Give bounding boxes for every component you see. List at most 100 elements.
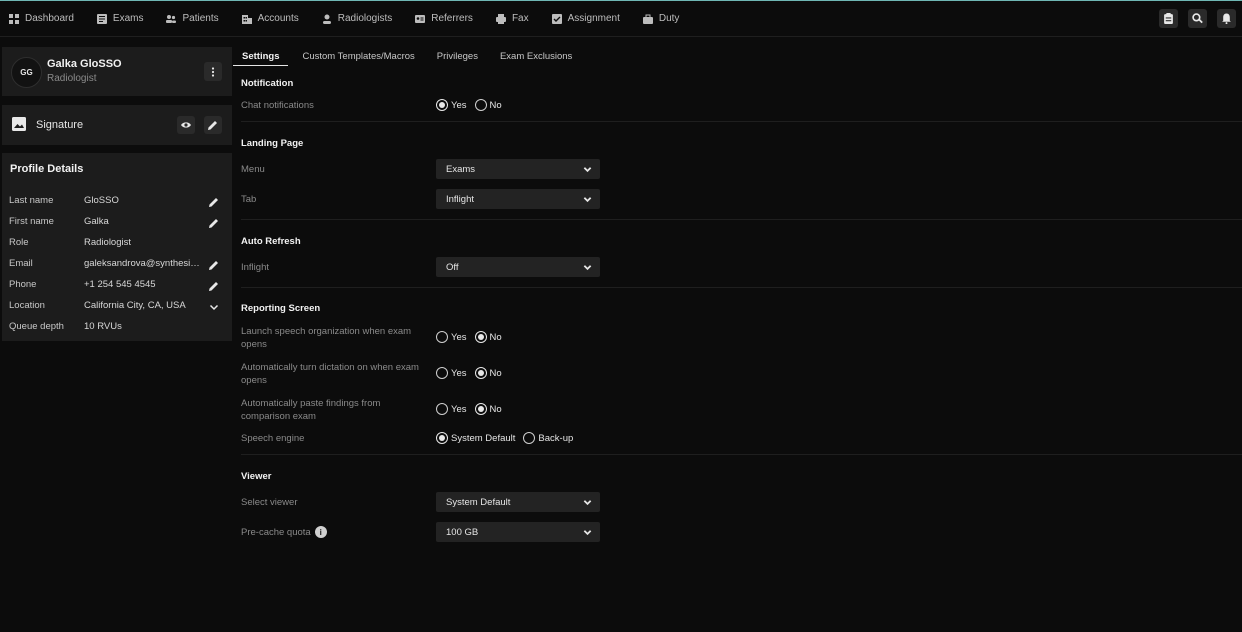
- nav-fax[interactable]: Fax: [495, 13, 529, 24]
- radio-label: Back-up: [538, 432, 574, 444]
- auto-paste-no-radio[interactable]: No: [474, 403, 502, 415]
- duty-icon: [642, 14, 653, 24]
- menu-select[interactable]: Exams: [436, 159, 600, 179]
- nav-assignment[interactable]: Assignment: [551, 13, 620, 24]
- nav-label: Duty: [658, 13, 680, 24]
- radio-indicator: [436, 432, 448, 444]
- fax-icon: [495, 13, 506, 24]
- detail-row-queue-depth: Queue depth 10 RVUs: [2, 321, 232, 335]
- radio-label: Yes: [451, 403, 467, 415]
- edit-signature-button[interactable]: [204, 116, 222, 134]
- radio-indicator: [474, 403, 487, 415]
- chat-notifications-no-radio[interactable]: No: [474, 99, 502, 111]
- chat-notifications-yes-radio[interactable]: Yes: [436, 99, 467, 111]
- detail-row-email: Email galeksandrova@synthesis.com: [2, 258, 232, 272]
- radio-label: No: [489, 403, 502, 415]
- auto-dictation-yes-radio[interactable]: Yes: [436, 367, 467, 379]
- launch-speech-radio-group: Yes No: [436, 331, 510, 343]
- edit-last-name-button[interactable]: [209, 197, 219, 207]
- detail-value: California City, CA, USA: [84, 300, 186, 311]
- nav-duty[interactable]: Duty: [642, 13, 680, 24]
- nav-accounts[interactable]: Accounts: [241, 13, 299, 24]
- tab-settings[interactable]: Settings: [233, 47, 289, 66]
- tab-custom-templates[interactable]: Custom Templates/Macros: [302, 47, 414, 67]
- profile-details-title: Profile Details: [10, 163, 84, 175]
- edit-first-name-button[interactable]: [209, 218, 219, 228]
- detail-label: Last name: [9, 195, 54, 206]
- menu-label: Menu: [241, 164, 265, 175]
- radiologists-icon: [322, 14, 331, 24]
- auto-paste-findings-label: Automatically paste findings from compar…: [241, 398, 381, 422]
- radio-label: No: [489, 99, 502, 111]
- nav-patients[interactable]: Patients: [166, 13, 219, 24]
- radio-indicator: [474, 99, 487, 111]
- edit-phone-button[interactable]: [209, 281, 219, 291]
- detail-row-location: Location California City, CA, USA: [2, 300, 232, 314]
- more-options-button[interactable]: [204, 62, 222, 81]
- auto-refresh-section-title: Auto Refresh: [241, 236, 301, 247]
- section-divider: [241, 287, 1242, 288]
- viewer-select[interactable]: System Default: [436, 492, 600, 512]
- accounts-icon: [241, 14, 252, 24]
- tab-exam-exclusions[interactable]: Exam Exclusions: [500, 47, 572, 67]
- pencil-icon: [209, 282, 218, 291]
- speech-engine-radio-group: System Default Back-up: [436, 432, 581, 444]
- nav-label: Referrers: [431, 13, 473, 24]
- detail-label: Phone: [9, 279, 37, 290]
- landing-page-section-title: Landing Page: [241, 138, 304, 149]
- clipboard-button[interactable]: [1159, 9, 1178, 28]
- select-value: Exams: [446, 163, 476, 175]
- clipboard-icon: [1164, 13, 1173, 24]
- nav-label: Dashboard: [25, 13, 74, 24]
- detail-value: Radiologist: [84, 237, 131, 248]
- pencil-icon: [208, 121, 217, 130]
- chevron-down-icon: [583, 197, 592, 203]
- location-expand-button[interactable]: [209, 302, 219, 312]
- detail-label: Email: [9, 258, 33, 269]
- bell-icon: [1222, 13, 1231, 24]
- nav-dashboard[interactable]: Dashboard: [9, 13, 74, 24]
- radio-label: Yes: [451, 367, 467, 379]
- select-value: System Default: [446, 496, 511, 508]
- tab-select[interactable]: Inflight: [436, 189, 600, 209]
- nav-label: Exams: [112, 13, 144, 24]
- radio-indicator: [436, 403, 448, 415]
- radio-indicator: [523, 432, 536, 444]
- speech-engine-label: Speech engine: [241, 433, 305, 444]
- auto-paste-yes-radio[interactable]: Yes: [436, 403, 467, 415]
- nav-radiologists[interactable]: Radiologists: [322, 13, 392, 24]
- detail-value: Galka: [84, 216, 109, 227]
- assignment-icon: [551, 13, 562, 24]
- launch-speech-no-radio[interactable]: No: [474, 331, 502, 343]
- signature-card: Signature: [2, 105, 232, 145]
- nav-label: Assignment: [567, 13, 620, 24]
- nav-exams[interactable]: Exams: [96, 13, 144, 24]
- pencil-icon: [209, 219, 218, 228]
- profile-card: GG Galka GloSSO Radiologist: [2, 47, 232, 96]
- edit-email-button[interactable]: [209, 260, 219, 270]
- section-divider: [241, 121, 1242, 122]
- select-value: Inflight: [446, 193, 474, 205]
- auto-dictation-no-radio[interactable]: No: [474, 367, 502, 379]
- tab-privileges[interactable]: Privileges: [437, 47, 478, 67]
- search-icon: [1192, 13, 1203, 24]
- view-signature-button[interactable]: [177, 116, 195, 134]
- radio-indicator: [436, 331, 448, 343]
- dashboard-icon: [9, 13, 19, 24]
- kebab-icon: [211, 66, 215, 77]
- pencil-icon: [209, 261, 218, 270]
- notifications-button[interactable]: [1217, 9, 1236, 28]
- radio-label: Yes: [451, 99, 467, 111]
- detail-label: First name: [9, 216, 54, 227]
- reporting-screen-section-title: Reporting Screen: [241, 303, 321, 314]
- speech-engine-system-default-radio[interactable]: System Default: [436, 432, 515, 444]
- inflight-refresh-select[interactable]: Off: [436, 257, 600, 277]
- nav-referrers[interactable]: Referrers: [415, 13, 473, 24]
- info-icon[interactable]: i: [314, 526, 327, 539]
- nav-label: Patients: [182, 13, 219, 24]
- precache-quota-select[interactable]: 100 GB: [436, 522, 600, 542]
- search-button[interactable]: [1188, 9, 1207, 28]
- exams-icon: [96, 13, 107, 24]
- speech-engine-backup-radio[interactable]: Back-up: [523, 432, 573, 444]
- launch-speech-yes-radio[interactable]: Yes: [436, 331, 467, 343]
